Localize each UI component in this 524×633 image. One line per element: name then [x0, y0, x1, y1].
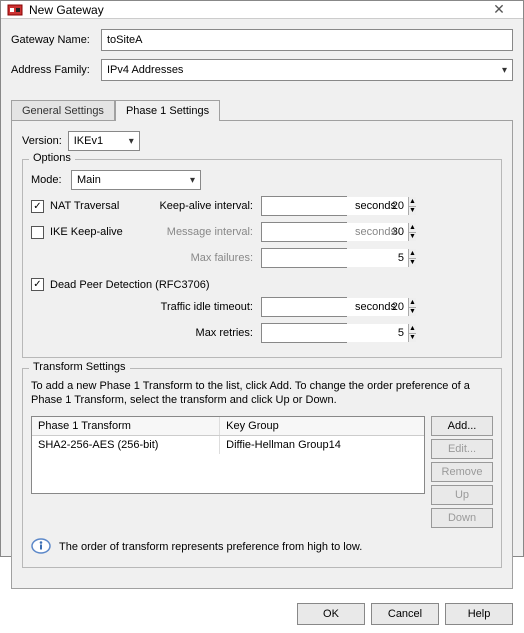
transform-table[interactable]: Phase 1 Transform Key Group SHA2-256-AES… — [31, 416, 425, 494]
transform-help-text: To add a new Phase 1 Transform to the li… — [31, 379, 493, 408]
keepalive-interval-spinner[interactable]: ▲▼ — [261, 196, 347, 216]
transform-button-column: Add... Edit... Remove Up Down — [431, 416, 493, 528]
chevron-down-icon: ▾ — [129, 136, 134, 147]
address-family-label: Address Family: — [11, 64, 101, 76]
transform-group-title: Transform Settings — [29, 361, 130, 373]
version-select[interactable]: IKEv1 ▾ — [68, 131, 140, 151]
traffic-idle-spinner[interactable]: ▲▼ — [261, 297, 347, 317]
dpd-checkbox[interactable] — [31, 278, 44, 291]
gateway-name-label: Gateway Name: — [11, 34, 101, 46]
spin-down-icon[interactable]: ▼ — [409, 259, 416, 268]
mode-label: Mode: — [31, 174, 71, 186]
tab-phase1-settings[interactable]: Phase 1 Settings — [115, 100, 220, 121]
info-icon — [31, 536, 51, 559]
ok-button[interactable]: OK — [297, 603, 365, 625]
spin-up-icon[interactable]: ▲ — [409, 249, 416, 259]
table-header-row: Phase 1 Transform Key Group — [32, 417, 424, 436]
up-button[interactable]: Up — [431, 485, 493, 505]
chevron-down-icon: ▾ — [502, 65, 507, 76]
column-header-keygroup[interactable]: Key Group — [220, 417, 424, 435]
table-row[interactable]: SHA2-256-AES (256-bit) Diffie-Hellman Gr… — [32, 436, 424, 454]
max-retries-input[interactable] — [262, 324, 408, 342]
down-button[interactable]: Down — [431, 508, 493, 528]
edit-button[interactable]: Edit... — [431, 439, 493, 459]
transform-settings-group: Transform Settings To add a new Phase 1 … — [22, 368, 502, 568]
spin-down-icon[interactable]: ▼ — [409, 334, 416, 343]
app-icon — [7, 2, 23, 18]
help-button[interactable]: Help — [445, 603, 513, 625]
version-value: IKEv1 — [74, 135, 103, 147]
nat-traversal-label: NAT Traversal — [50, 200, 119, 212]
cell-keygroup: Diffie-Hellman Group14 — [220, 436, 424, 454]
cell-transform: SHA2-256-AES (256-bit) — [32, 436, 220, 454]
max-retries-spinner[interactable]: ▲▼ — [261, 323, 347, 343]
titlebar-title: New Gateway — [29, 3, 481, 17]
version-label: Version: — [22, 135, 62, 147]
column-header-transform[interactable]: Phase 1 Transform — [32, 417, 220, 435]
close-button[interactable]: ✕ — [481, 1, 517, 18]
phase1-panel: Version: IKEv1 ▾ Options Mode: Main ▾ — [11, 120, 513, 589]
max-failures-label: Max failures: — [151, 252, 261, 264]
cancel-button[interactable]: Cancel — [371, 603, 439, 625]
add-button[interactable]: Add... — [431, 416, 493, 436]
nat-traversal-checkbox[interactable] — [31, 200, 44, 213]
message-interval-label: Message interval: — [151, 226, 261, 238]
spin-up-icon[interactable]: ▲ — [409, 197, 416, 207]
tabstrip: General Settings Phase 1 Settings — [11, 99, 513, 120]
spin-up-icon[interactable]: ▲ — [409, 298, 416, 308]
dialog-footer: OK Cancel Help — [1, 595, 523, 633]
max-retries-label: Max retries: — [151, 327, 261, 339]
spin-down-icon[interactable]: ▼ — [409, 233, 416, 242]
address-family-select[interactable]: IPv4 Addresses ▾ — [101, 59, 513, 81]
titlebar: New Gateway ✕ — [1, 1, 523, 19]
ike-keepalive-label: IKE Keep-alive — [50, 226, 123, 238]
keepalive-interval-label: Keep-alive interval: — [151, 200, 261, 212]
remove-button[interactable]: Remove — [431, 462, 493, 482]
transform-info-text: The order of transform represents prefer… — [59, 541, 362, 553]
ike-keepalive-checkbox[interactable] — [31, 226, 44, 239]
message-interval-spinner[interactable]: ▲▼ — [261, 222, 347, 242]
dpd-label: Dead Peer Detection (RFC3706) — [50, 279, 210, 291]
seconds-unit: seconds — [355, 200, 396, 212]
spin-down-icon[interactable]: ▼ — [409, 308, 416, 317]
address-family-value: IPv4 Addresses — [107, 64, 183, 76]
mode-select[interactable]: Main ▾ — [71, 170, 201, 190]
spin-up-icon[interactable]: ▲ — [409, 324, 416, 334]
max-failures-input[interactable] — [262, 249, 408, 267]
tabs: General Settings Phase 1 Settings Versio… — [11, 99, 513, 589]
seconds-unit: seconds — [355, 226, 396, 238]
new-gateway-dialog: New Gateway ✕ Gateway Name: Address Fami… — [0, 0, 524, 557]
traffic-idle-label: Traffic idle timeout: — [151, 301, 261, 313]
gateway-name-input[interactable] — [101, 29, 513, 51]
spin-up-icon[interactable]: ▲ — [409, 223, 416, 233]
dialog-body: Gateway Name: Address Family: IPv4 Addre… — [1, 19, 523, 595]
options-group-title: Options — [29, 152, 75, 164]
max-failures-spinner[interactable]: ▲▼ — [261, 248, 347, 268]
tab-general-settings[interactable]: General Settings — [11, 100, 115, 121]
options-group: Options Mode: Main ▾ NAT Traversal — [22, 159, 502, 358]
mode-value: Main — [77, 174, 101, 186]
chevron-down-icon: ▾ — [190, 175, 195, 186]
seconds-unit: seconds — [355, 301, 396, 313]
spin-down-icon[interactable]: ▼ — [409, 207, 416, 216]
